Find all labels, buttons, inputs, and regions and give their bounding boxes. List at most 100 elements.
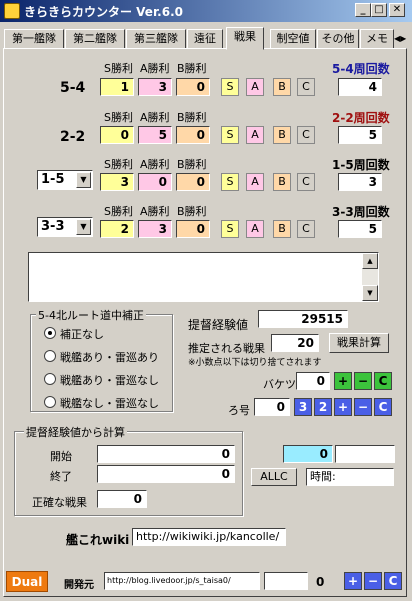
col-s-header: S勝利 bbox=[104, 205, 133, 218]
footer-clear-button[interactable]: C bbox=[384, 572, 402, 590]
footer-minus-button[interactable]: − bbox=[364, 572, 382, 590]
radio-bb-yes-clt-no[interactable] bbox=[44, 373, 56, 385]
b-win-1-5[interactable]: 0 bbox=[176, 173, 210, 191]
exp-label: 提督経験値 bbox=[188, 318, 249, 332]
ro-field[interactable]: 0 bbox=[254, 398, 290, 416]
bucket-clear-button[interactable]: C bbox=[374, 372, 392, 390]
tab-fleet-1[interactable]: 第一艦隊 bbox=[4, 29, 64, 49]
tab-expedition[interactable]: 遠征 bbox=[187, 29, 223, 49]
developer-url-field[interactable]: http://blog.livedoor.jp/s_taisa0/ bbox=[104, 572, 260, 590]
s-win-1-5[interactable]: 3 bbox=[100, 173, 134, 191]
radio-bb-no-clt-no[interactable] bbox=[44, 396, 56, 408]
scroll-down-icon[interactable]: ▼ bbox=[362, 285, 378, 301]
tab-scroll-icon[interactable]: ◀▶ bbox=[394, 30, 408, 48]
a-win-1-5[interactable]: 0 bbox=[138, 173, 172, 191]
minimize-button[interactable]: _ bbox=[355, 3, 371, 17]
maximize-button[interactable]: □ bbox=[371, 3, 387, 17]
ro-3-button[interactable]: 3 bbox=[294, 398, 312, 416]
dual-button[interactable]: Dual bbox=[6, 571, 48, 592]
s-button-3-3[interactable]: S bbox=[221, 220, 239, 238]
map-select-1[interactable]: 1-5 ▼ bbox=[37, 170, 93, 190]
b-button-1-5[interactable]: B bbox=[273, 173, 291, 191]
timer-field-2[interactable] bbox=[335, 445, 395, 463]
radio-no-correction[interactable] bbox=[44, 327, 56, 339]
footer-blank-field[interactable] bbox=[264, 572, 308, 590]
c-button-5-4[interactable]: C bbox=[297, 78, 315, 96]
count-1-5[interactable]: 3 bbox=[338, 173, 382, 191]
col-a-header: A勝利 bbox=[140, 205, 170, 218]
scroll-up-icon[interactable]: ▲ bbox=[362, 253, 378, 269]
calc-senka-button[interactable]: 戦果計算 bbox=[329, 333, 389, 353]
s-win-2-2[interactable]: 0 bbox=[100, 126, 134, 144]
tab-senka[interactable]: 戦果 bbox=[226, 27, 264, 50]
col-b-header: B勝利 bbox=[177, 62, 207, 75]
bucket-minus-button[interactable]: − bbox=[354, 372, 372, 390]
c-button-2-2[interactable]: C bbox=[297, 126, 315, 144]
b-win-2-2[interactable]: 0 bbox=[176, 126, 210, 144]
end-field[interactable]: 0 bbox=[97, 465, 235, 483]
time-field: 時間: bbox=[306, 468, 394, 486]
b-win-3-3[interactable]: 0 bbox=[176, 220, 210, 238]
exact-senka-label: 正確な戦果 bbox=[32, 496, 87, 509]
ro-2-button[interactable]: 2 bbox=[314, 398, 332, 416]
col-s-header: S勝利 bbox=[104, 111, 133, 124]
bucket-field[interactable]: 0 bbox=[296, 372, 330, 390]
exact-senka-field[interactable]: 0 bbox=[97, 490, 147, 508]
b-win-5-4[interactable]: 0 bbox=[176, 78, 210, 96]
title-bar[interactable]: きらきらカウンター Ver.6.0 _ □ ✕ bbox=[0, 0, 412, 22]
dropdown-arrow-icon[interactable]: ▼ bbox=[76, 219, 91, 235]
window-title: きらきらカウンター Ver.6.0 bbox=[24, 5, 183, 19]
a-win-3-3[interactable]: 3 bbox=[138, 220, 172, 238]
radio-bb-clt-yes[interactable] bbox=[44, 350, 56, 362]
map-label-5-4: 5-4 bbox=[60, 80, 86, 96]
ro-minus-button[interactable]: − bbox=[354, 398, 372, 416]
c-button-3-3[interactable]: C bbox=[297, 220, 315, 238]
a-button-3-3[interactable]: A bbox=[246, 220, 264, 238]
wiki-url-field[interactable]: http://wikiwiki.jp/kancolle/ bbox=[132, 528, 286, 546]
a-win-5-4[interactable]: 3 bbox=[138, 78, 172, 96]
estimate-field[interactable]: 20 bbox=[271, 334, 319, 352]
tab-fleet-3[interactable]: 第三艦隊 bbox=[126, 29, 186, 49]
footer-plus-button[interactable]: + bbox=[344, 572, 362, 590]
app-icon bbox=[4, 3, 20, 19]
b-button-2-2[interactable]: B bbox=[273, 126, 291, 144]
col-a-header: A勝利 bbox=[140, 62, 170, 75]
memo-scrollbar[interactable]: ▲ ▼ bbox=[362, 253, 378, 301]
count-3-3[interactable]: 5 bbox=[338, 220, 382, 238]
s-button-1-5[interactable]: S bbox=[221, 173, 239, 191]
timer-field[interactable]: 0 bbox=[283, 445, 333, 463]
map-select-value: 3-3 bbox=[41, 219, 65, 234]
all-clear-button[interactable]: ALLC bbox=[251, 468, 297, 486]
b-button-3-3[interactable]: B bbox=[273, 220, 291, 238]
memo-textarea[interactable]: ▲ ▼ bbox=[28, 252, 379, 302]
count-5-4[interactable]: 4 bbox=[338, 78, 382, 96]
s-button-2-2[interactable]: S bbox=[221, 126, 239, 144]
map-select-2[interactable]: 3-3 ▼ bbox=[37, 217, 93, 237]
radio-label: 戦艦あり・雷巡あり bbox=[60, 351, 159, 364]
a-win-2-2[interactable]: 5 bbox=[138, 126, 172, 144]
tab-fleet-2[interactable]: 第二艦隊 bbox=[65, 29, 125, 49]
tab-other[interactable]: その他 bbox=[317, 29, 359, 49]
close-button[interactable]: ✕ bbox=[389, 3, 405, 17]
s-button-5-4[interactable]: S bbox=[221, 78, 239, 96]
tab-air-power[interactable]: 制空値 bbox=[270, 29, 316, 49]
dropdown-arrow-icon[interactable]: ▼ bbox=[76, 172, 91, 188]
exp-field[interactable]: 29515 bbox=[258, 310, 348, 328]
a-button-2-2[interactable]: A bbox=[246, 126, 264, 144]
ro-plus-button[interactable]: + bbox=[334, 398, 352, 416]
s-win-3-3[interactable]: 2 bbox=[100, 220, 134, 238]
a-button-5-4[interactable]: A bbox=[246, 78, 264, 96]
tab-memo[interactable]: メモ bbox=[360, 29, 394, 49]
c-button-1-5[interactable]: C bbox=[297, 173, 315, 191]
s-win-5-4[interactable]: 1 bbox=[100, 78, 134, 96]
ro-clear-button[interactable]: C bbox=[374, 398, 392, 416]
count-2-2[interactable]: 5 bbox=[338, 126, 382, 144]
bucket-plus-button[interactable]: + bbox=[334, 372, 352, 390]
col-b-header: B勝利 bbox=[177, 111, 207, 124]
count-title-1-5: 1-5周回数 bbox=[332, 158, 390, 172]
col-b-header: B勝利 bbox=[177, 158, 207, 171]
b-button-5-4[interactable]: B bbox=[273, 78, 291, 96]
a-button-1-5[interactable]: A bbox=[246, 173, 264, 191]
start-field[interactable]: 0 bbox=[97, 445, 235, 463]
end-label: 終了 bbox=[50, 470, 72, 483]
